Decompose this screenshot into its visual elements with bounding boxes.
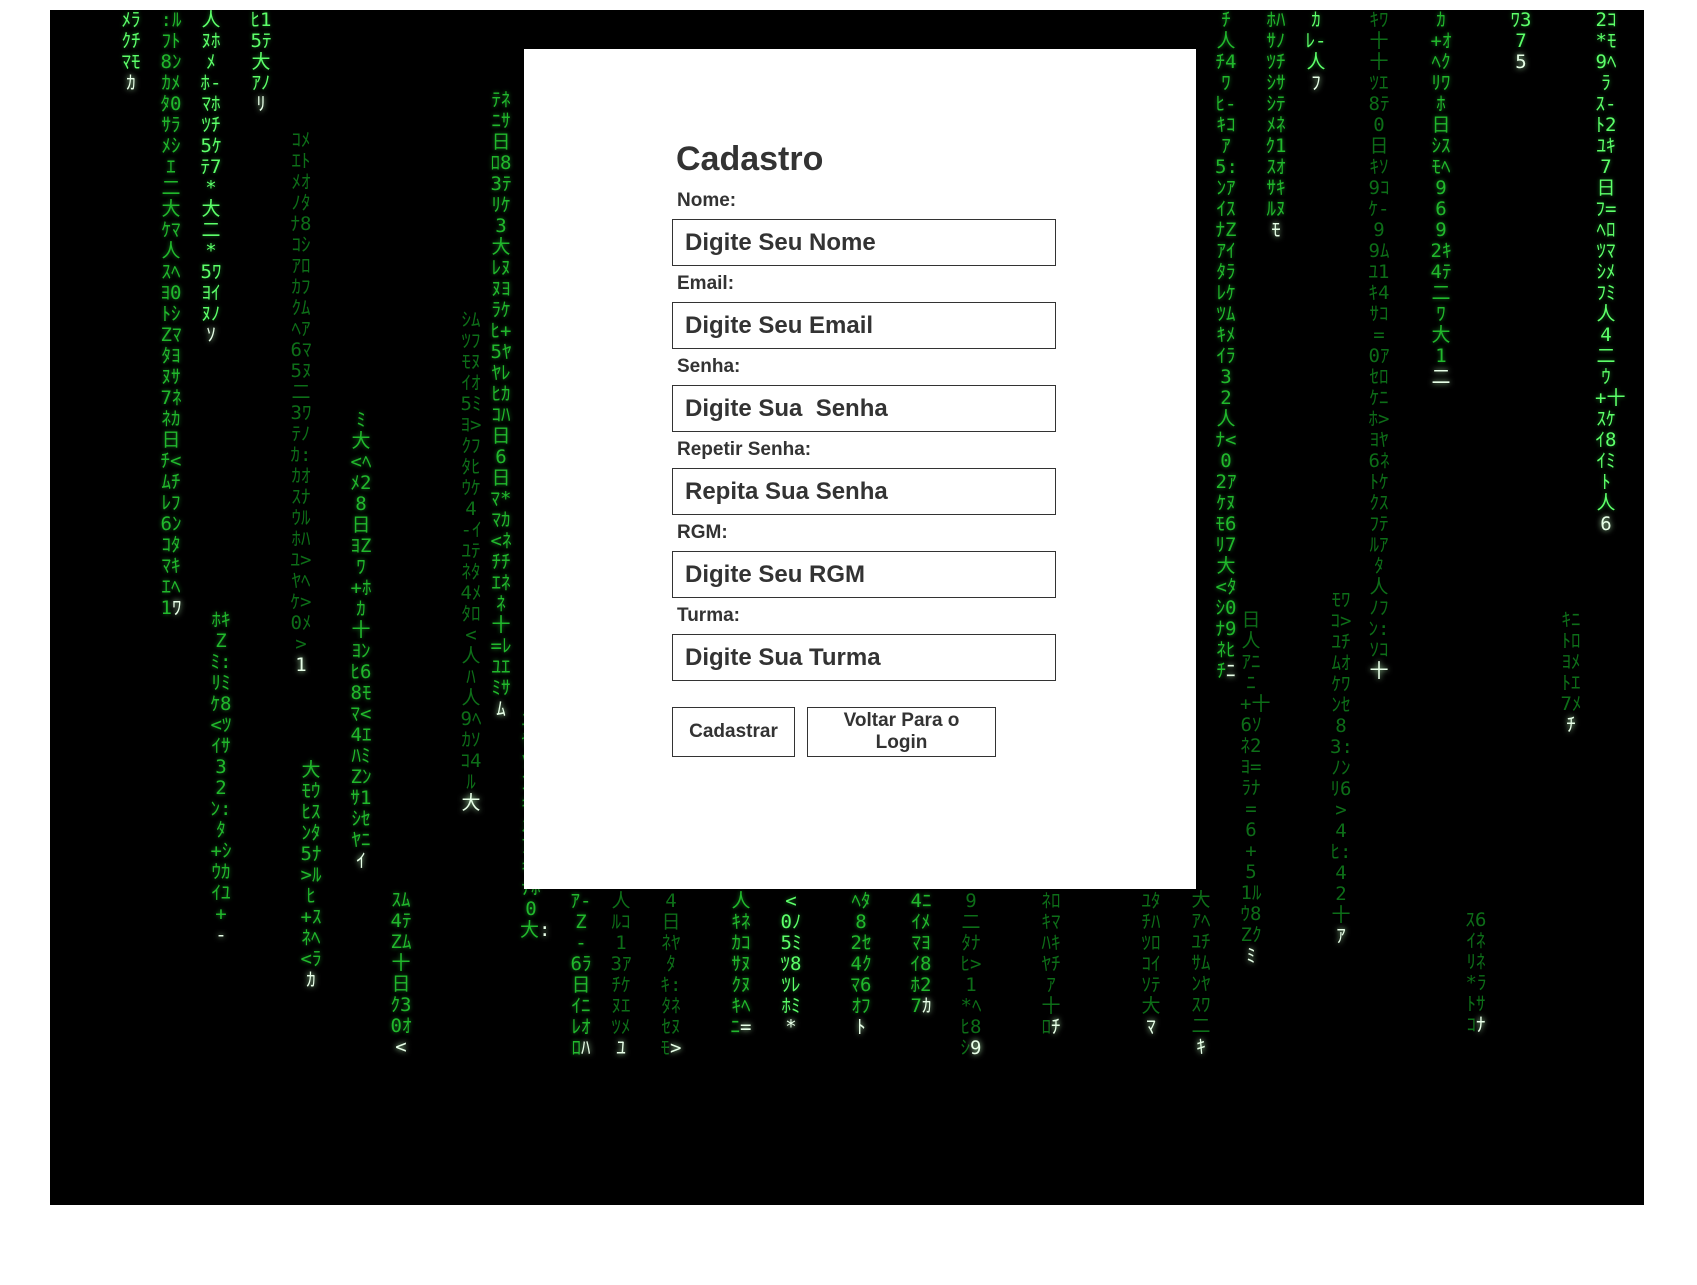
repeat-password-field[interactable] xyxy=(672,468,1056,515)
rain-column: ﾔ人ｷﾈｶｺｻﾇｸﾇｷﾍﾆ= xyxy=(730,870,752,1038)
rain-column: ﾓﾜｺ>ﾕﾁﾑｵｹﾜﾝｾ83:ﾉﾝﾘ6>4ﾋ:42十ｱ xyxy=(1330,589,1353,947)
form-actions: Cadastrar Voltar Para o Login xyxy=(672,707,1072,757)
rain-column: ﾐ大<ﾍﾒ28日ﾖZﾜ+ﾎｶ十ﾖﾝﾋ68ﾓﾏ<4ｴﾊﾐZﾝｻ1ｼｾﾔﾆｲ xyxy=(350,409,372,872)
rain-column: ｱﾏ4ﾆｲﾒﾏﾖｲ8ﾎ27ｶ xyxy=(910,870,932,1017)
rain-column: 14日ﾈﾔﾀｷ:ﾀﾈｾﾇﾓ> xyxy=(660,870,682,1059)
rain-column: 日人ｱﾆﾆ+十6ｿﾈ2ﾖ=ﾗﾅ=6+51ﾙｳ8Zｸﾐ xyxy=(1240,609,1271,967)
matrix-background: ﾒﾗｸﾁﾏﾓｶ :ﾙﾌﾄ8ﾝｶﾒﾀ0ｻﾗﾒｼｴ二大ｹﾏ人ｽﾍﾖ0ﾄｼZﾏﾀﾖﾇｻ7… xyxy=(50,10,1644,1205)
rain-column: 大ｱﾍﾕﾁｻﾑﾝﾔｽﾜ二ｷ xyxy=(1191,889,1211,1058)
rain-column: ｼﾑﾂﾌﾓﾇｲｵ5ﾐﾖ>ｸﾌﾀﾋｳｹ4-ｲﾕﾃﾈﾀ4ﾒﾀﾛ<人ﾊ人9ﾍｶｿｺ4ﾙ… xyxy=(460,309,482,814)
password-field[interactable] xyxy=(672,385,1056,432)
back-to-login-button[interactable]: Voltar Para o Login xyxy=(807,707,996,757)
rain-column: ﾅ人ﾙｺ13ｱﾁｹﾇｴﾂﾒﾕ xyxy=(610,870,632,1059)
register-button[interactable]: Cadastrar xyxy=(672,707,795,757)
rain-column: ｼｱ-Z-6ﾗ日ｲﾆﾚｵﾛﾊ xyxy=(570,870,592,1059)
rain-column: :ﾙﾌﾄ8ﾝｶﾒﾀ0ｻﾗﾒｼｴ二大ｹﾏ人ｽﾍﾖ0ﾄｼZﾏﾀﾖﾇｻ7ﾈﾈｶ日ﾁ<ﾑ… xyxy=(160,10,182,619)
rain-column: ｶﾚ-人ﾌ xyxy=(1305,10,1327,94)
name-label: Nome: xyxy=(677,190,737,211)
rain-column: 人ﾇﾎﾒﾎ-ﾏﾎﾂﾁ5ｹﾃ7*大二*5ﾜﾖｲﾇﾉｿ xyxy=(200,10,222,346)
page-title: Cadastro xyxy=(676,140,824,178)
rain-column: ﾃﾈﾆｻ日ﾛ83ﾃﾘｹ3大ﾚﾇﾇﾖﾗｹﾋ+5ﾔﾔﾚﾋｶｺﾊ日6日ﾏ*ﾏｶ<ﾈﾁﾁ… xyxy=(490,89,512,720)
rain-column: 2ｺ*ﾓ9ﾍﾗｽ-ﾄ2ﾕｷ7日ﾌ=ﾍﾛﾂﾏｼﾒﾌﾐ人4二ｳ+十ｽｹｲ8ｲﾐﾄ人6 xyxy=(1595,10,1626,535)
rain-column: 大9二ﾀﾅﾋ>1*ﾍﾋ8ｼ9 xyxy=(960,870,982,1059)
name-field[interactable] xyxy=(672,219,1056,266)
register-form: Cadastro Nome: Email: Senha: Repetir Sen… xyxy=(672,129,1072,757)
rain-column: ﾗﾙﾈﾛｷﾏﾊｷﾔﾁｱ十ﾛﾁ xyxy=(1041,870,1061,1038)
password-label: Senha: xyxy=(677,356,741,377)
rain-column: ｸﾒﾍﾀ82ｾ4ｸﾏ6ｵﾌﾄ xyxy=(850,870,872,1038)
rain-column: ﾁ人ﾁ4ﾜﾋ-ｷｺｱ5:ﾝｱｲｽﾅZｱｲﾀﾗﾚｹﾂﾑｷﾒｲﾗ32人ﾅ<02ｱｹﾇ… xyxy=(1215,10,1238,682)
rain-column: ﾕ0ﾕﾀﾁﾊﾂﾛｺｲｿﾃ大ﾏ xyxy=(1141,870,1162,1038)
rain-column: ﾜ375 xyxy=(1510,10,1532,73)
email-field[interactable] xyxy=(672,302,1056,349)
class-label: Turma: xyxy=(677,605,740,626)
rain-column: ｽ6ｲﾈﾘﾈ*ﾗﾄｻｺﾅ xyxy=(1465,909,1487,1036)
rain-column: ｷﾆﾄﾛﾖﾒﾄｴ7ﾒﾁ xyxy=(1560,609,1582,736)
rain-column: ｷﾜ十十ﾂｴ8ﾃ0日ｷｿ9ｺｹ-99ﾑﾕ1ｷ4ｻｺ=0ｱｾﾛｹﾆﾎ>ﾖﾔ6ﾈﾄｹ… xyxy=(1368,10,1390,682)
class-field[interactable] xyxy=(672,634,1056,681)
rain-column: 大ﾓｳﾋｽﾝﾀ5ﾅ>ﾙﾋ+ｽﾈﾍ<ﾗｶ xyxy=(300,759,322,991)
rain-column: ﾒﾗｸﾁﾏﾓｶ xyxy=(121,10,141,94)
rgm-field[interactable] xyxy=(672,551,1056,598)
rain-column: ﾐﾔ<0ﾉ5ﾐﾂ8ﾂﾚﾎﾐ* xyxy=(780,870,802,1038)
rain-column: ｽﾑ4ﾃZﾑ十日ｸ30ｵ< xyxy=(390,889,412,1058)
rain-column: ﾎｷZﾐ:ﾘﾐｹ8<ﾂｲｻ32ﾝ:ﾀ+ｼｳｶｲﾕ+- xyxy=(210,609,232,946)
rain-column: ﾎﾊｻﾉﾂﾁｼｻｼﾃﾒﾈｸ1ｽｵｻｷﾙﾇﾓ xyxy=(1265,10,1287,241)
rain-column: ﾋ15ﾃ大ｱﾉﾘ xyxy=(250,10,272,115)
register-card: Cadastro Nome: Email: Senha: Repetir Sen… xyxy=(524,49,1196,889)
rain-column: ｺﾒｴﾄﾒｵﾉﾀﾅ8ｺｼｱﾛｶﾌｸﾑﾍｱ6ﾏ5ﾇ二3ﾜﾃﾉｶ:ｶｵｽﾅｳﾙﾎﾊﾕ… xyxy=(290,129,312,676)
repeat-password-label: Repetir Senha: xyxy=(677,439,812,460)
rgm-label: RGM: xyxy=(677,522,728,543)
rain-column: ｶ+ｵﾍｸﾘﾜﾎ日ｼｽﾓﾍ9692ｷ4ﾃ二ﾜ大1二 xyxy=(1430,10,1452,388)
email-label: Email: xyxy=(677,273,735,294)
